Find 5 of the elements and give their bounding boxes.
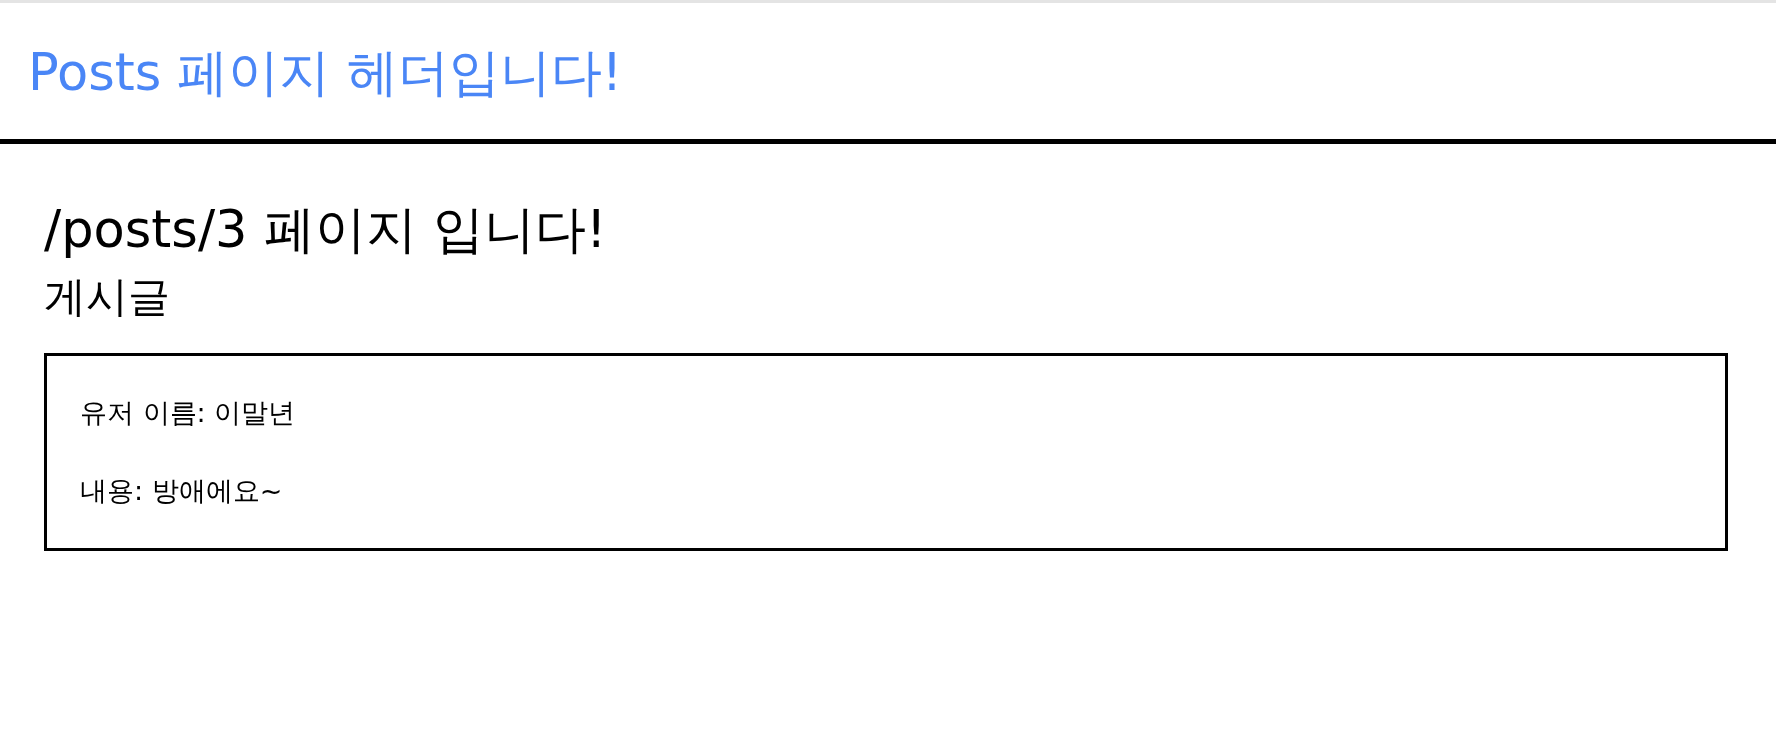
section-heading: 게시글 — [44, 272, 171, 322]
page-heading: /posts/3 페이지 입니다! — [44, 200, 608, 260]
post-detail-text: 내용: 방애에요~ — [80, 476, 284, 506]
page-header-title: Posts 페이지 헤더입니다! — [28, 42, 623, 104]
post-detail-text: 유저 이름: 이말년 — [80, 398, 297, 428]
